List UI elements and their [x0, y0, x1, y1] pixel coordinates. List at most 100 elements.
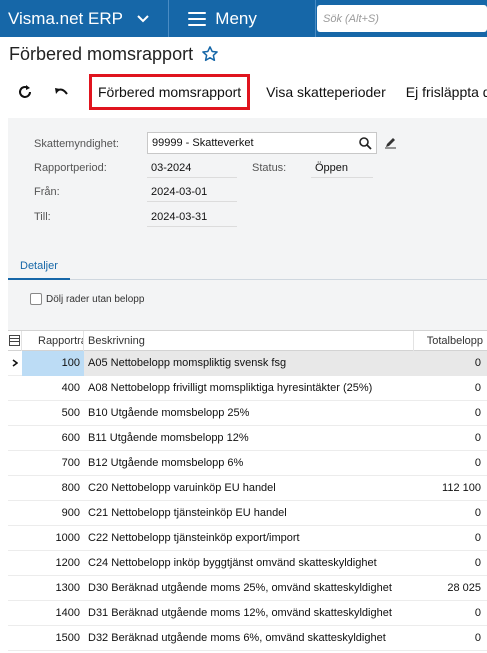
chevron-down-icon: [133, 14, 153, 23]
row-selector[interactable]: [8, 576, 22, 601]
row-selector[interactable]: [8, 451, 22, 476]
total-amount-cell[interactable]: 0: [414, 426, 487, 451]
row-indicator-icon[interactable]: [8, 351, 22, 376]
grid-header: Rapportrad Beskrivning Totalbelopp: [8, 331, 487, 351]
row-selector[interactable]: [8, 626, 22, 651]
row-selector[interactable]: [8, 551, 22, 576]
table-row[interactable]: 1500 D32 Beräknad utgående moms 6%, omvän…: [8, 626, 487, 651]
company-switcher[interactable]: Visma.net ERP: [0, 0, 170, 37]
description-cell[interactable]: C24 Nettobelopp inköp byggtjänst omvänd …: [84, 551, 414, 576]
column-header-description[interactable]: Beskrivning: [84, 331, 414, 351]
to-label: Till:: [34, 211, 51, 223]
row-selector[interactable]: [8, 376, 22, 401]
total-amount-cell[interactable]: 112 100: [414, 476, 487, 501]
column-header-report-line[interactable]: Rapportrad: [22, 331, 84, 351]
report-line-cell[interactable]: 400: [22, 376, 84, 401]
total-amount-cell[interactable]: 0: [414, 626, 487, 651]
undo-icon[interactable]: [53, 81, 69, 103]
description-cell[interactable]: C20 Nettobelopp varuinköp EU handel: [84, 476, 414, 501]
description-cell[interactable]: B10 Utgående momsbelopp 25%: [84, 401, 414, 426]
row-selector[interactable]: [8, 426, 22, 451]
status-label: Status:: [252, 162, 287, 174]
search-input[interactable]: Sök (Alt+S): [317, 5, 487, 32]
table-row[interactable]: 400 A08 Nettobelopp frivilligt momsplikti…: [8, 376, 487, 401]
total-amount-cell[interactable]: 0: [414, 451, 487, 476]
report-line-cell[interactable]: 1200: [22, 551, 84, 576]
report-line-cell[interactable]: 600: [22, 426, 84, 451]
description-cell[interactable]: D32 Beräknad utgående moms 6%, omvänd sk…: [84, 626, 414, 651]
hide-zero-rows-option[interactable]: Dölj rader utan belopp: [30, 293, 144, 305]
row-selector[interactable]: [8, 476, 22, 501]
total-amount-cell[interactable]: 28 025: [414, 576, 487, 601]
period-field[interactable]: 03-2024: [147, 160, 237, 178]
description-cell[interactable]: C22 Nettobelopp tjänsteinköp export/impo…: [84, 526, 414, 551]
total-amount-cell[interactable]: 0: [414, 601, 487, 626]
table-row[interactable]: 600 B11 Utgående momsbelopp 12% 0: [8, 426, 487, 451]
tab-details[interactable]: Detaljer: [8, 256, 70, 280]
menu-button[interactable]: Meny: [169, 0, 316, 37]
description-cell[interactable]: A05 Nettobelopp momspliktig svensk fsg: [84, 350, 414, 376]
table-row[interactable]: 800 C20 Nettobelopp varuinköp EU handel 11…: [8, 476, 487, 501]
row-selector[interactable]: [8, 601, 22, 626]
search-area: Sök (Alt+S): [317, 0, 487, 37]
column-settings-icon[interactable]: [8, 331, 22, 351]
page-title: Förbered momsrapport: [9, 43, 194, 64]
menu-label: Meny: [215, 8, 257, 28]
from-date-field[interactable]: 2024-03-01: [147, 184, 237, 202]
table-row[interactable]: 900 C21 Nettobelopp tjänsteinköp EU hande…: [8, 501, 487, 526]
row-selector[interactable]: [8, 526, 22, 551]
report-line-cell[interactable]: 700: [22, 451, 84, 476]
total-amount-cell[interactable]: 0: [414, 526, 487, 551]
show-tax-periods-button[interactable]: Visa skatteperioder: [260, 74, 392, 110]
top-bar: Visma.net ERP Meny Sök (Alt+S): [0, 0, 487, 37]
description-cell[interactable]: C21 Nettobelopp tjänsteinköp EU handel: [84, 501, 414, 526]
table-row[interactable]: 1300 D30 Beräknad utgående moms 25%, omvä…: [8, 576, 487, 601]
description-cell[interactable]: D31 Beräknad utgående moms 12%, omvänd s…: [84, 601, 414, 626]
row-selector[interactable]: [8, 501, 22, 526]
page-header: Förbered momsrapport: [0, 37, 487, 71]
table-row[interactable]: 1200 C24 Nettobelopp inköp byggtjänst omv…: [8, 551, 487, 576]
table-row[interactable]: 500 B10 Utgående momsbelopp 25% 0: [8, 401, 487, 426]
description-cell[interactable]: D30 Beräknad utgående moms 25%, omvänd s…: [84, 576, 414, 601]
from-label: Från:: [34, 186, 60, 198]
row-selector[interactable]: [8, 401, 22, 426]
report-line-cell[interactable]: 1500: [22, 626, 84, 651]
hide-zero-rows-label: Dölj rader utan belopp: [46, 293, 145, 305]
description-cell[interactable]: A08 Nettobelopp frivilligt momspliktiga …: [84, 376, 414, 401]
report-line-cell[interactable]: 1300: [22, 576, 84, 601]
unreleased-documents-button[interactable]: Ej frisläppta dokument: [400, 74, 487, 110]
report-line-cell[interactable]: 900: [22, 501, 84, 526]
table-row[interactable]: 1000 C22 Nettobelopp tjänsteinköp export/…: [8, 526, 487, 551]
search-icon[interactable]: [358, 136, 372, 150]
prepare-vat-report-button[interactable]: Förbered momsrapport: [89, 74, 251, 110]
status-value: Öppen: [311, 160, 373, 178]
total-amount-cell[interactable]: 0: [414, 350, 487, 376]
report-line-cell[interactable]: 1400: [22, 601, 84, 626]
refresh-icon[interactable]: [17, 81, 33, 103]
description-cell[interactable]: B11 Utgående momsbelopp 12%: [84, 426, 414, 451]
hide-zero-rows-checkbox[interactable]: [30, 293, 42, 305]
total-amount-cell[interactable]: 0: [414, 376, 487, 401]
table-row[interactable]: 1400 D31 Beräknad utgående moms 12%, omvä…: [8, 601, 487, 626]
authority-label: Skattemyndighet:: [34, 138, 119, 150]
to-date-field[interactable]: 2024-03-31: [147, 209, 237, 227]
table-row[interactable]: 700 B12 Utgående momsbelopp 6% 0: [8, 451, 487, 476]
authority-lookup[interactable]: 99999 - Skatteverket: [147, 132, 377, 154]
description-cell[interactable]: B12 Utgående momsbelopp 6%: [84, 451, 414, 476]
edit-icon[interactable]: [384, 136, 397, 149]
grid-body: 100 A05 Nettobelopp momspliktig svensk fs…: [8, 350, 487, 651]
star-icon[interactable]: [201, 45, 219, 63]
total-amount-cell[interactable]: 0: [414, 501, 487, 526]
report-line-cell[interactable]: 500: [22, 401, 84, 426]
table-row[interactable]: 100 A05 Nettobelopp momspliktig svensk fs…: [8, 350, 487, 376]
total-amount-cell[interactable]: 0: [414, 551, 487, 576]
column-header-total[interactable]: Totalbelopp: [414, 331, 487, 351]
report-line-cell[interactable]: 1000: [22, 526, 84, 551]
toolbar: Förbered momsrapport Visa skatteperioder…: [0, 72, 487, 112]
report-lines-grid: Rapportrad Beskrivning Totalbelopp 100A0…: [8, 330, 487, 653]
report-line-cell[interactable]: 800: [22, 476, 84, 501]
report-line-cell[interactable]: 100: [22, 350, 84, 376]
tabs-row: Detaljer: [8, 256, 487, 280]
total-amount-cell[interactable]: 0: [414, 401, 487, 426]
period-label: Rapportperiod:: [34, 162, 107, 174]
